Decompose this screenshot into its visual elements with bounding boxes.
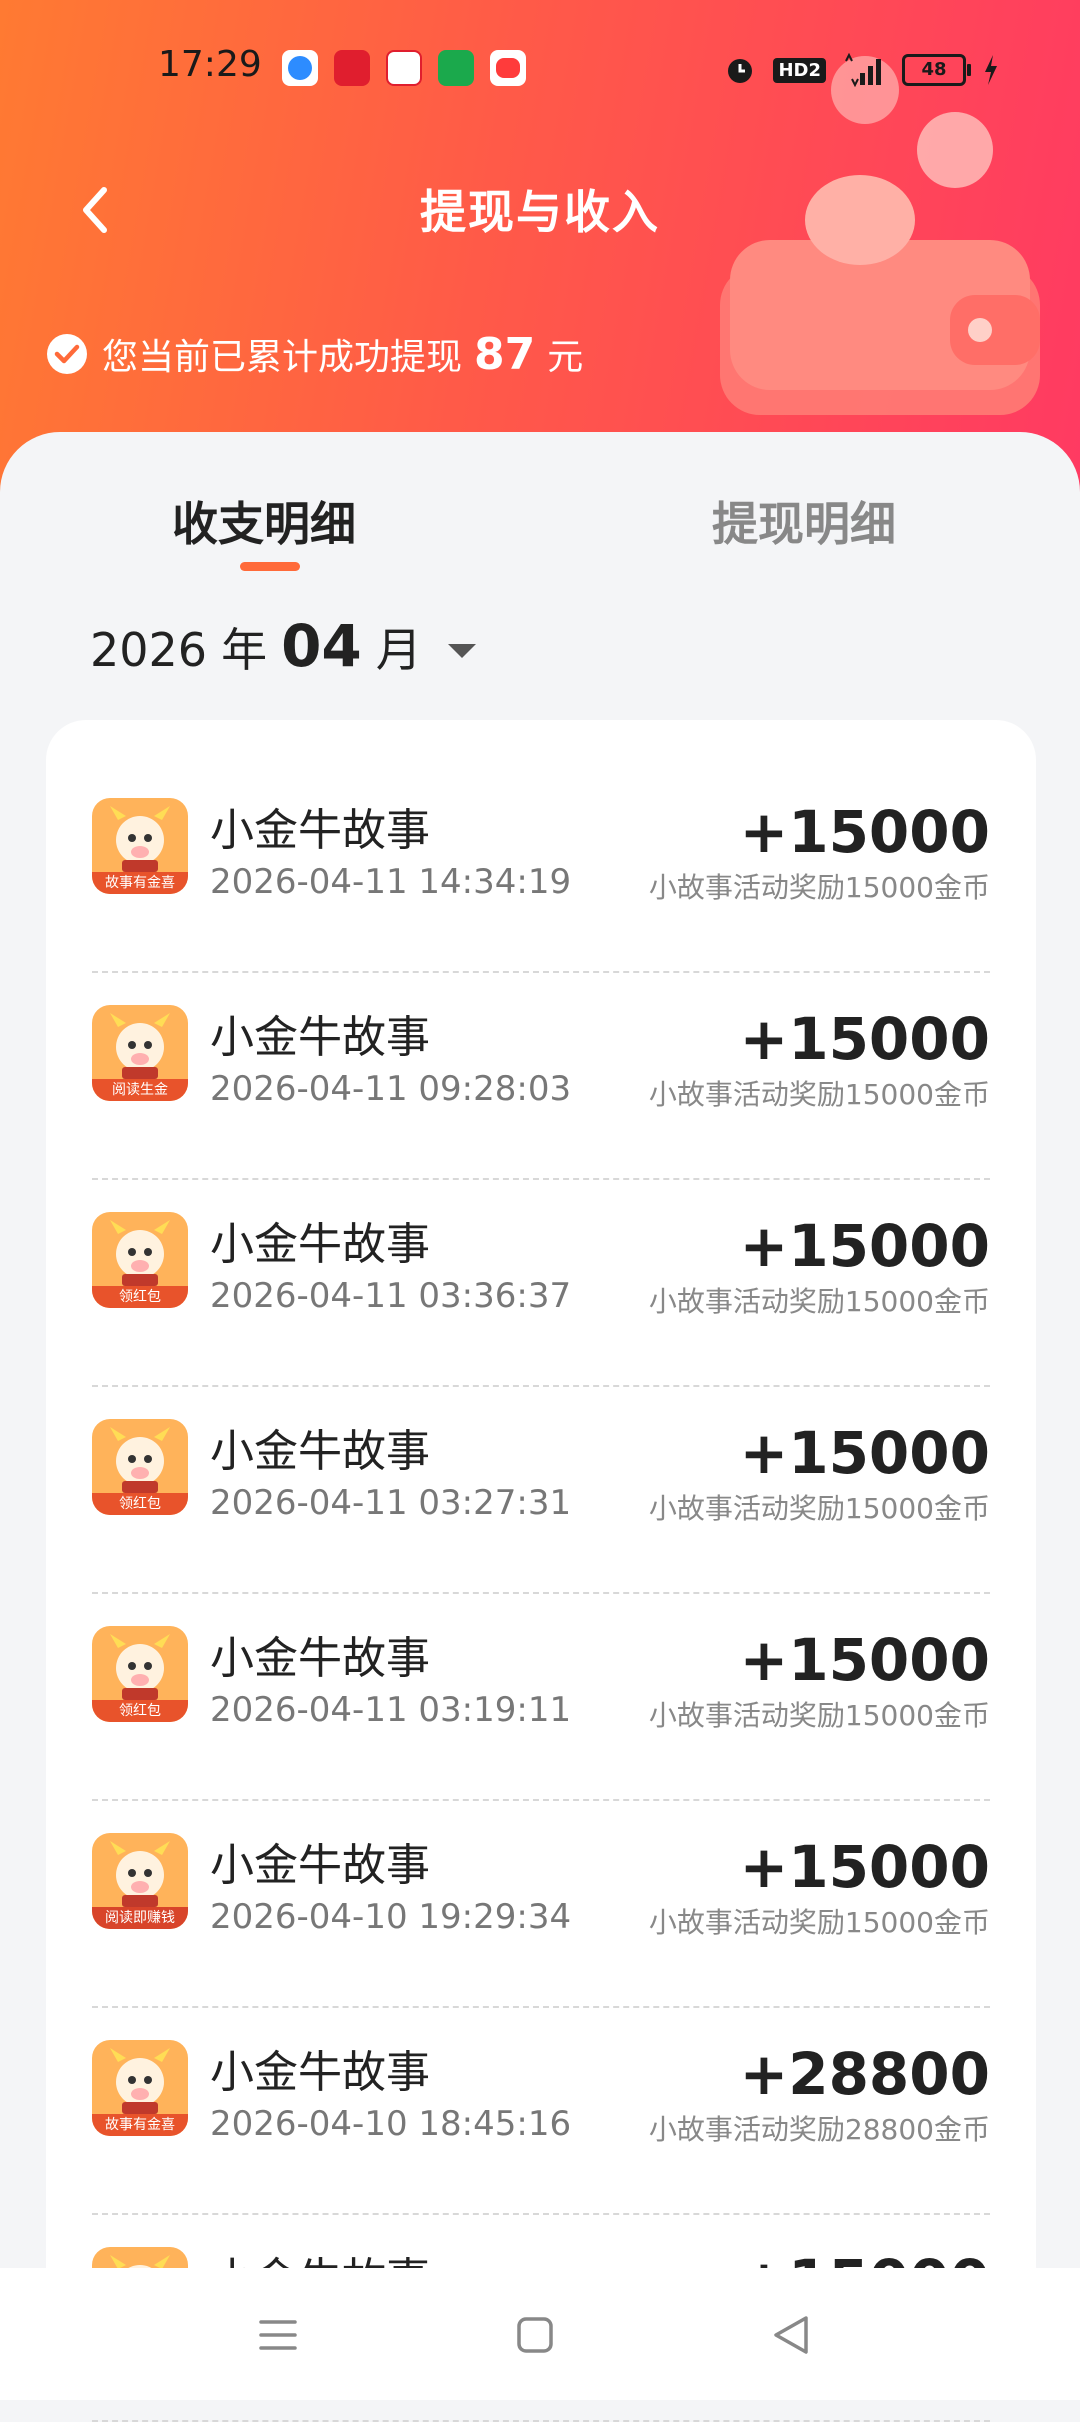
transaction-amount: +15000	[739, 1833, 990, 1901]
list-item[interactable]: 故事有金喜 小金牛故事 2026-04-10 18:45:16 +28800 小故事活动…	[92, 2008, 1036, 2215]
transaction-description: 小故事活动奖励15000金币	[648, 1699, 990, 1732]
transaction-time: 2026-04-11 03:36:37	[210, 1276, 572, 1316]
dropdown-caret-icon	[447, 644, 476, 658]
list-item[interactable]: 领红包 小金牛故事 2026-04-11 03:19:11 +15000 小故事活动奖励…	[92, 1594, 1036, 1801]
app-icon: 故事有金喜	[92, 798, 188, 894]
tab-withdrawal[interactable]: 提现明细	[712, 488, 896, 554]
transaction-time: 2026-04-11 14:34:19	[210, 862, 572, 902]
app-icon-badge: 领红包	[92, 1286, 188, 1308]
app-name: 小金牛故事	[210, 1219, 430, 1270]
transaction-amount: +15000	[739, 1212, 990, 1280]
list-item[interactable]: 阅读生金 小金牛故事 2026-04-11 09:28:03 +15000 小故事活动奖…	[92, 973, 1036, 1180]
transaction-time: 2026-04-10 19:29:34	[210, 1897, 572, 1937]
app-name: 小金牛故事	[210, 1012, 430, 1063]
menu-icon[interactable]	[253, 2310, 303, 2360]
transaction-description: 小故事活动奖励15000金币	[648, 1492, 990, 1525]
game-app-icon	[490, 50, 526, 86]
transaction-amount: +28800	[739, 2040, 990, 2108]
transaction-amount: +15000	[739, 1419, 990, 1487]
transaction-amount: +15000	[739, 1005, 990, 1073]
tab-income-expense[interactable]: 收支明细	[172, 488, 356, 554]
year-value: 2026	[90, 623, 208, 677]
transaction-time: 2026-04-11 03:27:31	[210, 1483, 572, 1523]
status-time: 17:29	[158, 44, 262, 85]
summary-unit: 元	[547, 337, 584, 378]
alarm-icon	[728, 59, 753, 83]
page-title: 提现与收入	[420, 185, 660, 239]
app-icon: 阅读生金	[92, 1005, 188, 1101]
app-icon: 故事有金喜	[92, 2040, 188, 2136]
app-icon-badge: 阅读生金	[92, 1079, 188, 1101]
battery-indicator: 48	[902, 54, 971, 86]
month-value: 04	[281, 612, 362, 680]
app-icon-badge: 领红包	[92, 1493, 188, 1515]
app-icon-badge: 阅读即赚钱	[92, 1907, 188, 1929]
app-name: 小金牛故事	[210, 805, 430, 856]
status-icons: HD2 48	[723, 50, 1000, 90]
transaction-description: 小故事活动奖励15000金币	[648, 871, 990, 904]
withdraw-amount: 87	[474, 328, 536, 380]
system-nav-bar	[0, 2268, 1080, 2400]
app-name: 小金牛故事	[210, 1633, 430, 1684]
back-triangle-icon[interactable]	[766, 2310, 816, 2360]
app-icon-badge: 故事有金喜	[92, 872, 188, 894]
transaction-description: 小故事活动奖励28800金币	[648, 2113, 990, 2146]
app-icon: 领红包	[92, 1212, 188, 1308]
hd-badge: HD2	[773, 57, 826, 83]
transaction-time: 2026-04-10 18:45:16	[210, 2104, 572, 2144]
transaction-description: 小故事活动奖励15000金币	[648, 1078, 990, 1111]
check-circle-icon	[47, 334, 87, 374]
app-icon: 阅读即赚钱	[92, 1833, 188, 1929]
transaction-time: 2026-04-11 03:19:11	[210, 1690, 572, 1730]
month-selector[interactable]: 2026 年 04 月	[90, 612, 482, 680]
app-name: 小金牛故事	[210, 2047, 430, 2098]
summary-prefix: 您当前已累计成功提现	[102, 337, 463, 378]
transaction-description: 小故事活动奖励15000金币	[648, 1906, 990, 1939]
security-app-icon	[438, 50, 474, 86]
transaction-amount: +15000	[739, 798, 990, 866]
list-item[interactable]: 领红包 小金牛故事 2026-04-11 03:36:37 +15000 小故事活动奖励…	[92, 1180, 1036, 1387]
transaction-time: 2026-04-11 09:28:03	[210, 1069, 572, 1109]
transaction-list: 故事有金喜 小金牛故事 2026-04-11 14:34:19 +15000 小故事活动…	[46, 720, 1036, 2422]
browser-app-icon	[282, 50, 318, 86]
list-item[interactable]: 领红包 小金牛故事 2026-04-11 03:27:31 +15000 小故事活动奖励…	[92, 1387, 1036, 1594]
header: 17:29 HD2 48 提现与收入 您当前已累计成功提现 87 元	[0, 0, 1080, 500]
news-app-icon	[386, 50, 422, 86]
home-icon[interactable]	[510, 2310, 560, 2360]
tab-indicator	[240, 562, 300, 571]
charging-icon	[985, 55, 997, 85]
app-name: 小金牛故事	[210, 1840, 430, 1891]
month-unit: 月	[375, 623, 422, 677]
list-item[interactable]: 故事有金喜 小金牛故事 2026-04-11 14:34:19 +15000 小故事活动…	[92, 766, 1036, 973]
app-icon-badge: 领红包	[92, 1700, 188, 1722]
transaction-description: 小故事活动奖励15000金币	[648, 1285, 990, 1318]
app-name: 小金牛故事	[210, 1426, 430, 1477]
withdraw-summary: 您当前已累计成功提现 87 元	[46, 328, 583, 380]
status-bar: 17:29 HD2 48	[0, 0, 1080, 120]
year-unit: 年	[221, 623, 268, 677]
list-item[interactable]: 阅读即赚钱 小金牛故事 2026-04-10 19:29:34 +15000 小故事活动…	[92, 1801, 1036, 2008]
shopping-app-icon	[334, 50, 370, 86]
app-icon-badge: 故事有金喜	[92, 2114, 188, 2136]
signal-icon	[845, 53, 881, 87]
app-icon: 领红包	[92, 1419, 188, 1515]
app-icon: 领红包	[92, 1626, 188, 1722]
transaction-amount: +15000	[739, 1626, 990, 1694]
